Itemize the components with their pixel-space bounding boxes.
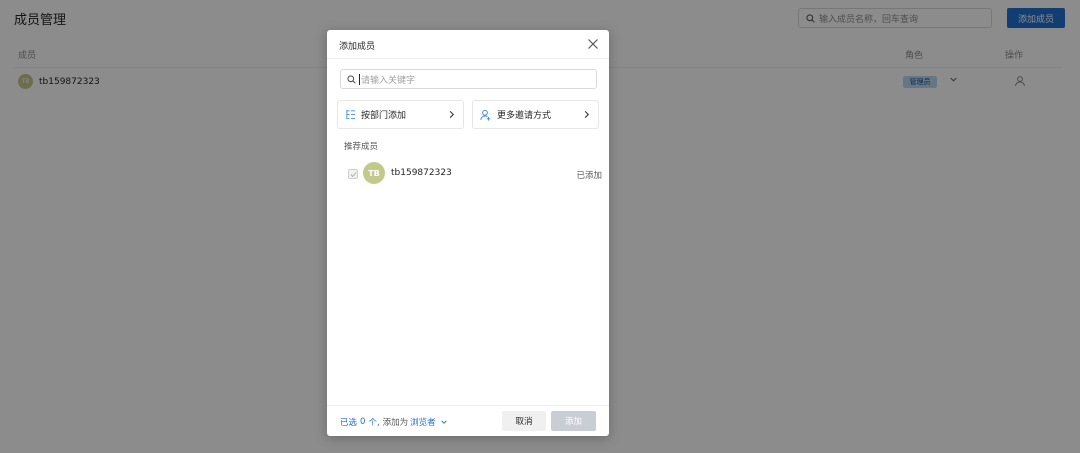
chevron-right-icon xyxy=(449,110,455,119)
confirm-add-button[interactable]: 添加 xyxy=(551,411,596,431)
add-member-dialog: 添加成员 请输入关键字 按部门添加 更多邀请方式 推荐成员 TB tb15987… xyxy=(327,30,609,436)
add-as-label: 添加为 xyxy=(382,418,409,428)
selected-unit: 个, xyxy=(368,418,380,428)
user-add-icon xyxy=(480,109,491,120)
add-by-department-button[interactable]: 按部门添加 xyxy=(337,100,464,129)
keyword-search-input[interactable]: 请输入关键字 xyxy=(340,69,597,89)
org-tree-icon xyxy=(346,109,356,120)
dialog-header: 添加成员 xyxy=(327,30,609,59)
more-invite-methods-label: 更多邀请方式 xyxy=(497,111,552,121)
keyword-placeholder: 请输入关键字 xyxy=(361,75,416,86)
added-status: 已添加 xyxy=(576,171,602,181)
role-select[interactable]: 浏览者 xyxy=(410,416,436,428)
more-invite-methods-button[interactable]: 更多邀请方式 xyxy=(472,100,599,129)
search-icon xyxy=(347,74,356,84)
recommended-members-title: 推荐成员 xyxy=(344,142,379,152)
add-by-department-label: 按部门添加 xyxy=(361,111,407,121)
list-item: TB tb159872323 已添加 xyxy=(346,162,602,186)
chevron-right-icon xyxy=(584,110,590,119)
check-icon xyxy=(350,171,356,177)
chevron-down-icon[interactable] xyxy=(440,418,448,426)
text-caret xyxy=(359,73,360,85)
dialog-footer: 已选 0 个, 添加为 浏览者 取消 添加 xyxy=(327,405,609,436)
close-icon[interactable] xyxy=(587,38,599,50)
selected-count: 0 xyxy=(360,417,366,427)
avatar: TB xyxy=(363,162,385,184)
member-name: tb159872323 xyxy=(391,168,452,178)
cancel-button[interactable]: 取消 xyxy=(502,411,546,431)
dialog-title: 添加成员 xyxy=(339,42,376,52)
selection-summary: 已选 0 个, 添加为 浏览者 xyxy=(340,416,448,428)
selected-prefix: 已选 xyxy=(340,418,358,428)
member-checkbox[interactable] xyxy=(348,169,358,179)
